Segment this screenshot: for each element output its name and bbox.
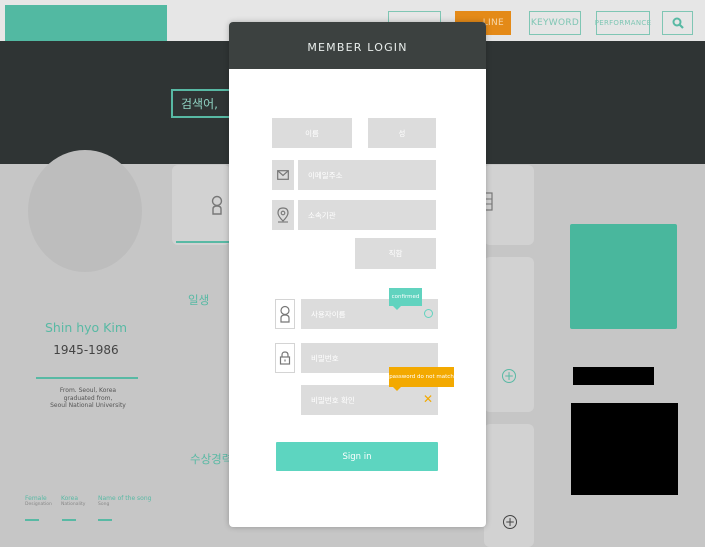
profile-origin-line: graduated from, [63,394,113,402]
nav-search-button[interactable] [662,11,693,35]
nav-button-keyword[interactable]: KEYWORD [529,11,581,35]
meta-sub: Designation [25,502,52,507]
teal-panel [570,224,677,329]
location-pin-icon [277,207,289,223]
profile-origin: From. Seoul, Korea graduated from, Seoul… [30,387,146,410]
mail-icon [277,170,289,180]
username-valid-icon [424,309,433,318]
location-icon-box [272,200,294,230]
expand-plus-icon[interactable]: + [503,515,517,529]
profile-meta-song: Name of the song Song [98,495,151,507]
expand-plus-icon[interactable]: + [502,369,516,383]
email-icon-box [272,160,294,190]
login-modal: MEMBER LOGIN 이름 성 이메일주소 소속기관 직함 사용자이름 co… [229,22,486,527]
sign-in-button[interactable]: Sign in [276,442,438,471]
profile-years: 1945-1986 [53,343,119,357]
avatar [28,150,142,272]
meta-underline [62,519,76,521]
last-name-field[interactable]: 이름 [272,118,352,148]
black-bar [573,367,654,385]
profile-origin-line: From. Seoul, Korea [59,387,117,394]
nav-button-performance[interactable]: PERFORMANCE [595,11,651,35]
tab-card-person[interactable] [172,165,230,245]
meta-sub: Nationality [61,502,86,507]
life-card-edge [484,257,534,412]
first-name-field[interactable]: 성 [368,118,436,148]
meta-label: Name of the song [98,495,152,502]
confirmed-tooltip: confirmed [389,288,422,310]
tab-card-document[interactable] [484,165,534,245]
tab-active-underline [176,241,230,243]
profile-meta-gender: Female Designation [25,495,52,507]
user-icon-box [275,299,295,329]
meta-underline [98,519,112,521]
profile-origin-line: Seoul National University [50,402,126,409]
password-confirm-field[interactable]: 비밀번호 확인 [301,385,438,415]
lock-icon [279,351,291,365]
black-box [571,403,678,495]
search-input[interactable]: 검색어, [171,89,233,118]
profile-name: Shin hyo Kim [44,320,127,335]
modal-title: MEMBER LOGIN [229,22,486,69]
profile-divider [36,377,138,379]
password-mismatch-icon: ✕ [423,392,434,406]
lock-icon-box [275,343,295,373]
section-awards-title: 수상경력 [190,452,233,466]
user-icon [280,305,290,323]
profile-meta-nationality: Korea Nationality [61,495,85,507]
meta-label: Korea [61,495,79,502]
organization-field[interactable]: 소속기관 [298,200,436,230]
person-icon [211,195,223,215]
position-field[interactable]: 직함 [355,238,436,269]
email-field[interactable]: 이메일주소 [298,160,436,190]
logo[interactable] [5,5,167,41]
meta-label: Female [25,495,47,502]
section-life-title: 일생 [188,293,210,307]
search-icon [672,17,684,29]
password-mismatch-tooltip: password do not match [389,367,454,391]
meta-sub: Song [98,502,110,507]
meta-underline [25,519,39,521]
